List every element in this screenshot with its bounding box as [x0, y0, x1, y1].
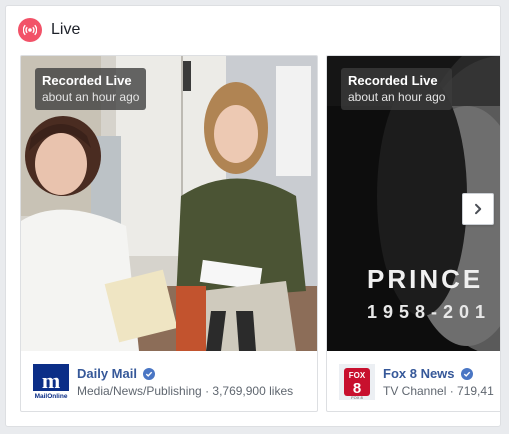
svg-text:FOX: FOX [349, 371, 366, 380]
overlay-title: Recorded Live [42, 73, 132, 88]
svg-text:FOX 8: FOX 8 [351, 395, 363, 400]
page-info: FOX 8 FOX 8 Fox 8 News TV Channel · 719,… [327, 351, 500, 411]
video-carousel: Recorded Live about an hour ago m MailOn… [20, 55, 500, 413]
section-title: Live [51, 21, 81, 38]
verified-badge-icon [142, 367, 155, 380]
section-header: Live [18, 17, 80, 43]
page-name-line: Daily Mail [77, 366, 155, 381]
recorded-live-overlay: Recorded Live about an hour ago [35, 68, 147, 110]
chevron-right-icon [475, 203, 482, 215]
video-card[interactable]: Recorded Live about an hour ago m MailOn… [20, 55, 318, 412]
recorded-live-overlay: Recorded Live about an hour ago [341, 68, 453, 110]
overlay-timestamp: about an hour ago [42, 90, 140, 104]
daily-mail-logo[interactable]: m MailOnline [33, 364, 69, 400]
svg-text:MailOnline: MailOnline [35, 393, 68, 400]
page-description: Media/News/Publishing · 3,769,900 likes [77, 384, 294, 398]
carousel-next-button[interactable] [462, 193, 494, 225]
page-description: TV Channel · 719,41 [383, 384, 494, 398]
page-name-link[interactable]: Daily Mail [77, 366, 137, 381]
svg-text:m: m [42, 368, 60, 393]
svg-text:1958-201: 1958-201 [367, 302, 491, 322]
video-card[interactable]: PRINCE 1958-201 Recorded Live about an h… [326, 55, 500, 412]
page-name-link[interactable]: Fox 8 News [383, 366, 455, 381]
page-info: m MailOnline Daily Mail Media/News/Publi… [21, 351, 317, 411]
fox8-logo[interactable]: FOX 8 FOX 8 [339, 364, 375, 400]
video-thumbnail[interactable]: Recorded Live about an hour ago [21, 56, 317, 351]
svg-text:PRINCE: PRINCE [367, 264, 483, 294]
overlay-timestamp: about an hour ago [348, 90, 446, 104]
verified-badge-icon [460, 367, 473, 380]
page-name-line: Fox 8 News [383, 366, 473, 381]
live-videos-panel: Live Recorded Live about an hour ago m M… [5, 5, 501, 427]
live-broadcast-icon [18, 18, 42, 42]
overlay-title: Recorded Live [348, 73, 438, 88]
